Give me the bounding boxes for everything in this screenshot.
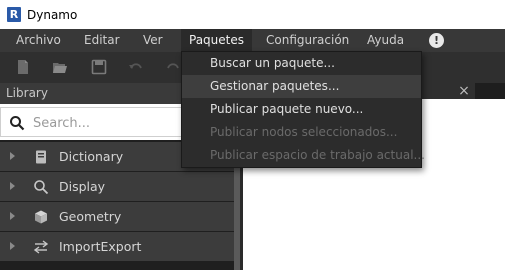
cube-icon [35, 210, 47, 224]
title-bar: R Dynamo [0, 0, 505, 29]
menu-archivo[interactable]: Archivo [16, 29, 61, 52]
library-item-geometry[interactable]: Geometry [0, 202, 234, 231]
menu-configuracion[interactable]: Configuración [266, 29, 349, 52]
chevron-right-icon[interactable] [9, 151, 16, 161]
undo-icon[interactable] [128, 59, 144, 75]
menu-item-publicar-paquete-nuevo[interactable]: Publicar paquete nuevo... [182, 98, 421, 121]
menu-item-publicar-espacio-trabajo: Publicar espacio de trabajo actual... [210, 148, 425, 162]
redo-icon[interactable] [165, 59, 181, 75]
dynamo-logo-icon: R [7, 7, 21, 22]
menu-item-gestionar-paquetes[interactable]: Gestionar paquetes... [182, 75, 421, 98]
menu-ayuda[interactable]: Ayuda [367, 29, 404, 52]
library-title: Library [6, 86, 48, 100]
library-item-label: Geometry [59, 209, 122, 224]
library-item-label: Dictionary [59, 149, 124, 164]
menu-bar: Archivo Editar Ver Paquetes Configuració… [0, 29, 505, 52]
notification-alert-icon[interactable]: ! [429, 33, 444, 48]
menu-ver[interactable]: Ver [143, 29, 163, 52]
new-file-icon[interactable] [15, 59, 31, 75]
open-folder-icon[interactable] [52, 59, 68, 75]
close-icon[interactable]: × [455, 83, 473, 99]
chevron-right-icon[interactable] [9, 211, 16, 221]
menu-item-buscar-paquete[interactable]: Buscar un paquete... [182, 52, 421, 75]
chevron-right-icon[interactable] [9, 181, 16, 191]
library-item-importexport[interactable]: ImportExport [0, 232, 234, 261]
save-icon[interactable] [91, 59, 107, 75]
menu-item-publicar-nodos-seleccionados: Publicar nodos seleccionados... [210, 125, 398, 139]
search-icon [10, 116, 25, 131]
library-item-label: Display [59, 179, 106, 194]
display-search-icon [34, 180, 49, 195]
menu-paquetes[interactable]: Paquetes [181, 29, 252, 52]
import-export-icon [33, 240, 49, 254]
library-item-display[interactable]: Display [0, 172, 234, 201]
workspace-tab[interactable] [475, 83, 505, 99]
window-title: Dynamo [27, 7, 78, 22]
packages-dropdown-menu: Buscar un paquete... Gestionar paquetes.… [181, 51, 425, 168]
menu-editar[interactable]: Editar [84, 29, 120, 52]
chevron-right-icon[interactable] [9, 241, 16, 251]
library-item-label: ImportExport [59, 239, 142, 254]
dictionary-icon [36, 150, 46, 164]
